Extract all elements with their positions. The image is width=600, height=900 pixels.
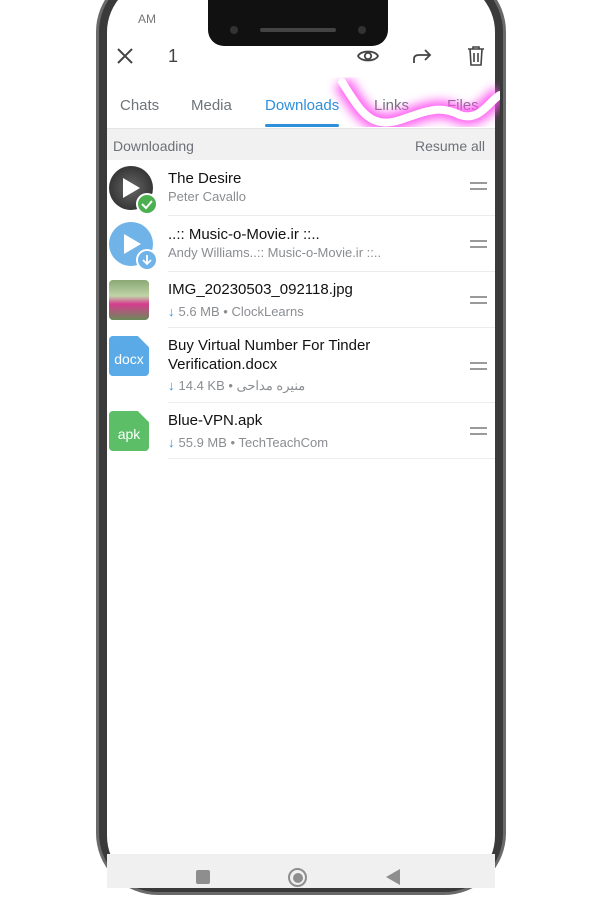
recents-button[interactable] (196, 870, 210, 884)
item-title: ..:: Music-o-Movie.ir ::.. (168, 226, 320, 243)
drag-handle-icon[interactable] (470, 182, 487, 190)
download-arrow-icon: ↓ (168, 304, 175, 319)
list-item[interactable]: ..:: Music-o-Movie.ir ::.. Andy Williams… (107, 216, 495, 272)
file-size: 55.9 MB (178, 435, 227, 450)
list-item[interactable]: docx Buy Virtual Number For Tinder Verif… (107, 328, 495, 403)
file-size: 14.4 KB (178, 378, 225, 393)
home-button[interactable] (288, 868, 307, 887)
section-title: Downloading (113, 138, 194, 154)
apk-file-icon: apk (109, 411, 149, 451)
file-source: ClockLearns (231, 304, 304, 319)
downloading-section-header: Downloading Resume all (107, 128, 495, 160)
docx-file-icon: docx (109, 336, 149, 376)
file-source: TechTeachCom (238, 435, 329, 450)
item-subtitle: Peter Cavallo (168, 189, 247, 204)
drag-handle-icon[interactable] (470, 296, 487, 304)
system-nav-bar (107, 854, 495, 888)
download-arrow-icon: ↓ (168, 435, 175, 450)
item-title: Buy Virtual Number For Tinder Verificati… (168, 337, 371, 373)
item-title: The Desire (168, 170, 242, 187)
drag-handle-icon[interactable] (470, 427, 487, 435)
resume-all-button[interactable]: Resume all (415, 138, 485, 154)
tab-chats[interactable]: Chats (120, 97, 159, 114)
item-title: Blue-VPN.apk (168, 412, 263, 429)
tab-media[interactable]: Media (191, 97, 232, 114)
drag-handle-icon[interactable] (470, 362, 487, 370)
list-item[interactable]: apk Blue-VPN.apk ↓ 55.9 MB • TechTeachCom (107, 403, 495, 459)
image-thumbnail (109, 280, 149, 320)
list-item[interactable]: IMG_20230503_092118.jpg ↓ 5.6 MB • ClockL… (107, 272, 495, 328)
downloaded-check-icon (136, 193, 158, 215)
back-button[interactable] (386, 869, 400, 885)
file-size: 5.6 MB (178, 304, 220, 319)
selected-count: 1 (168, 46, 179, 66)
file-source: منیره مداحی (236, 378, 306, 393)
download-arrow-icon: ↓ (168, 378, 175, 393)
download-icon[interactable] (136, 249, 158, 271)
item-title: IMG_20230503_092118.jpg (168, 281, 353, 298)
status-time: AM (138, 12, 156, 26)
drag-handle-icon[interactable] (470, 240, 487, 248)
list-item[interactable]: The Desire Peter Cavallo (107, 160, 495, 216)
camera-notch (208, 0, 388, 46)
item-subtitle: Andy Williams..:: Music-o-Movie.ir ::.. (168, 245, 382, 260)
close-icon[interactable] (113, 44, 137, 68)
